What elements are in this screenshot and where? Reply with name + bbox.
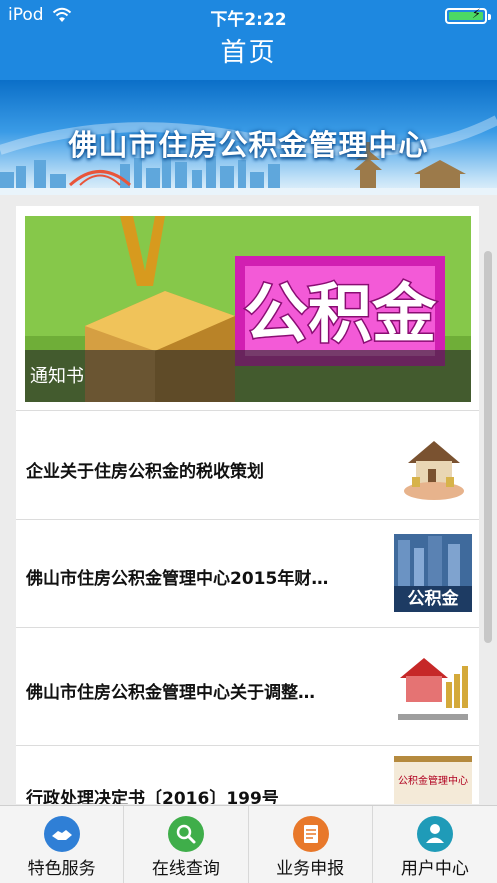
tab-label: 在线查询: [151, 859, 220, 879]
nav-bar: 首页: [0, 30, 497, 80]
status-time: 下午2:22: [210, 10, 287, 30]
tab-bar: 特色服务 在线查询 业务申报 用户中心: [0, 805, 497, 883]
featured-caption: 通知书: [30, 366, 84, 387]
sign-thumb-text: 公积金管理中心: [398, 774, 468, 787]
status-bar: iPod 下午2:22 ⚡: [0, 0, 497, 30]
house-coins-thumbnail: [394, 427, 472, 505]
hero-image-text: 公积金: [244, 278, 437, 352]
list-item-title: 企业关于住房公积金的税收策划: [26, 462, 264, 482]
user-icon: [416, 816, 453, 852]
list-item[interactable]: 佛山市住房公积金管理中心关于调整…: [16, 627, 479, 745]
tab-label: 用户中心: [400, 859, 469, 879]
gongjijin-sign-thumbnail: 公积金管理中心: [394, 756, 472, 804]
banner-title: 佛山市住房公积金管理中心: [68, 128, 429, 162]
list-item-title: 佛山市住房公积金管理中心2015年财…: [26, 569, 329, 589]
list-item[interactable]: 企业关于住房公积金的税收策划: [16, 410, 479, 519]
list-item-title: 佛山市住房公积金管理中心关于调整…: [26, 683, 315, 703]
tab-online-query[interactable]: 在线查询: [124, 806, 249, 883]
scrollbar[interactable]: [484, 251, 492, 643]
list-item-title: 行政处理决定书〔2016〕199号: [26, 789, 279, 804]
featured-banner[interactable]: 公积金 通知书: [25, 216, 471, 402]
tab-user-center[interactable]: 用户中心: [373, 806, 497, 883]
list-item[interactable]: 行政处理决定书〔2016〕199号 公积金管理中心: [16, 745, 479, 804]
tab-special-services[interactable]: 特色服务: [0, 806, 125, 883]
handshake-icon: [44, 816, 80, 852]
news-list-card[interactable]: 公积金 通知书 企业关于住房公积金的税收策划 佛山市住房公积金管理中心2015年…: [16, 206, 479, 804]
caption-overlay: [25, 350, 471, 402]
charging-icon: ⚡: [471, 7, 481, 22]
header-banner: 佛山市住房公积金管理中心: [0, 80, 497, 195]
tab-label: 特色服务: [27, 859, 96, 879]
house-chart-thumbnail: [394, 648, 472, 726]
tab-business-filing[interactable]: 业务申报: [249, 806, 373, 883]
city-thumb-text: 公积金: [408, 588, 460, 609]
city-gongjijin-thumbnail: 公积金: [394, 534, 472, 612]
page-title: 首页: [220, 38, 277, 68]
search-icon: [168, 816, 205, 852]
document-icon: [292, 816, 329, 852]
list-item[interactable]: 佛山市住房公积金管理中心2015年财… 公积金: [16, 519, 479, 627]
tab-label: 业务申报: [276, 859, 345, 879]
